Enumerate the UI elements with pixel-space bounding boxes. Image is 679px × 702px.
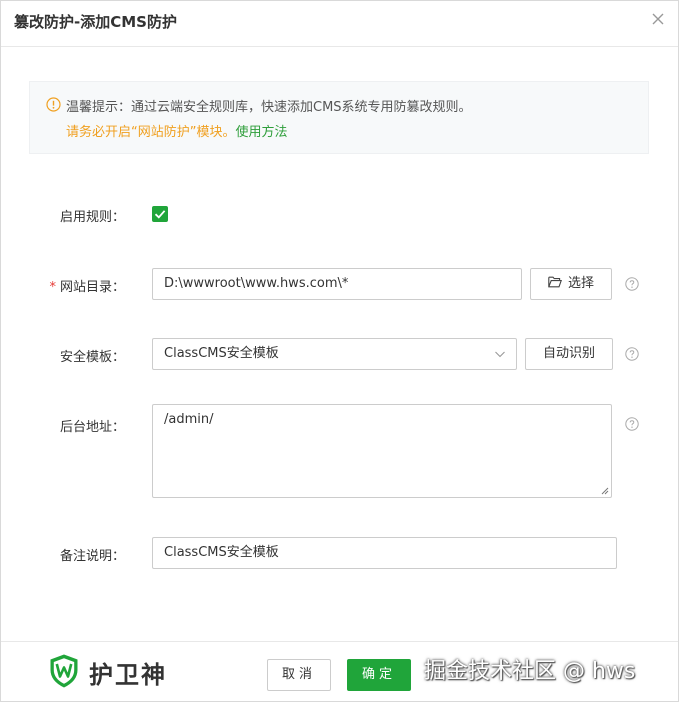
dialog-title: 篡改防护-添加CMS防护 [14,13,177,31]
folder-open-icon [548,276,562,288]
template-label: 安全模板： [59,350,125,365]
choose-button-label: 选择 [567,276,594,291]
template-help-icon[interactable] [625,347,639,361]
check-icon [154,210,166,219]
usage-link[interactable]: 使用方法 [235,125,287,140]
notice-warning-line: 请务必开启“网站防护”模块。使用方法 [66,121,288,140]
shield-w-icon [50,654,78,688]
add-cms-protection-dialog: 篡改防护-添加CMS防护 温馨提示：通过云端安全规则库，快速添加CMS系统专用防… [0,0,679,702]
notice-tip-text: 温馨提示：通过云端安全规则库，快速添加CMS系统专用防篡改规则。 [66,100,472,115]
template-select[interactable]: ClassCMS安全模板 [152,338,517,370]
site-dir-label-row: * 网站目录： [25,276,125,295]
admin-url-label: 后台地址： [59,420,125,435]
close-icon[interactable] [650,11,666,27]
site-dir-help-icon[interactable] [625,277,639,291]
confirm-button[interactable]: 确定 [347,659,411,691]
resize-handle-icon[interactable] [601,487,609,495]
dialog-header: 篡改防护-添加CMS防护 [1,1,678,47]
site-dir-input[interactable]: D:\wwwroot\www.hws.com\* [152,268,522,300]
admin-url-textarea[interactable]: /admin/ [152,404,612,498]
enable-rule-label: 启用规则： [59,210,125,225]
choose-dir-button[interactable]: 选择 [530,268,612,300]
chevron-down-icon [495,351,505,358]
watermark-text: 掘金技术社区 @ hws [424,659,636,684]
enable-rule-checkbox[interactable] [152,206,168,222]
remark-label: 备注说明： [59,549,125,564]
admin-url-value: /admin/ [164,412,214,427]
site-dir-label: 网站目录： [59,280,125,295]
auto-detect-button[interactable]: 自动识别 [525,338,613,370]
notice-box: 温馨提示：通过云端安全规则库，快速添加CMS系统专用防篡改规则。 请务必开启“网… [29,81,649,154]
admin-url-help-icon[interactable] [625,417,639,431]
required-mark: * [49,280,56,295]
template-selected-value: ClassCMS安全模板 [164,346,279,361]
warning-circle-icon [46,97,61,112]
remark-input[interactable]: ClassCMS安全模板 [152,537,617,569]
notice-warning-text: 请务必开启“网站防护”模块。 [66,125,236,140]
brand-name: 护卫神 [89,661,167,689]
cancel-button[interactable]: 取消 [267,659,331,691]
